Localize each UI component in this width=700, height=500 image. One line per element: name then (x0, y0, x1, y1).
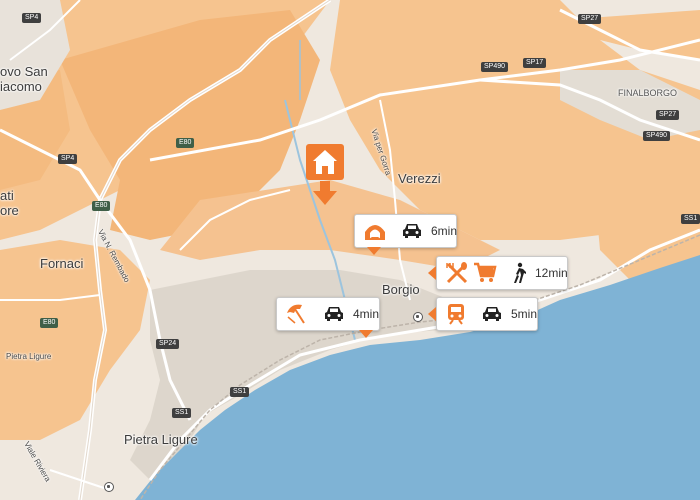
card-pointer (359, 330, 373, 338)
train-station-marker[interactable] (413, 312, 423, 322)
road-shield-e80: E80 (92, 201, 111, 211)
poi-card-beach[interactable]: 4min (276, 297, 380, 331)
place-label-pietra-ligure: Pietra Ligure (124, 432, 198, 447)
travel-time: 5min (511, 307, 538, 321)
poi-card-train[interactable]: 5min (436, 297, 538, 331)
place-label-borgio: Borgio (382, 282, 420, 297)
restaurant-icon (445, 261, 469, 285)
shopping-cart-icon (473, 261, 497, 285)
place-label-pietra-ligure-small: Pietra Ligure (6, 352, 52, 361)
road-shield-sp490: SP490 (643, 131, 671, 141)
place-label-fornaci: Fornaci (40, 256, 84, 271)
road-shield-e80: E80 (40, 318, 59, 328)
road-shield-ss1: SS1 (230, 387, 250, 397)
road-shield-sp4: SP4 (22, 13, 42, 23)
road-shield-sp4: SP4 (58, 154, 78, 164)
car-icon (401, 219, 423, 243)
road-shield-sp17: SP17 (523, 58, 547, 68)
travel-time: 12min (535, 266, 568, 280)
tunnel-cave-icon (363, 219, 387, 243)
home-marker[interactable] (305, 143, 345, 207)
car-icon (323, 302, 345, 326)
place-label-finalborgo: FINALBORGO (618, 88, 678, 98)
train-station-marker[interactable] (104, 482, 114, 492)
road-shield-sp24: SP24 (156, 339, 180, 349)
road-shield-e80: E80 (176, 138, 195, 148)
place-label-verezzi: Verezzi (398, 171, 441, 186)
road-shield-sp490: SP490 (481, 62, 509, 72)
poi-card-food-shopping[interactable]: 12min (436, 256, 568, 290)
poi-card-tunnel[interactable]: 6min (354, 214, 457, 248)
place-label-ovo-san: ovo San (0, 64, 48, 79)
home-icon (306, 144, 344, 205)
car-icon (481, 302, 503, 326)
road-shield-sp27: SP27 (578, 14, 602, 24)
road-shield-sp27: SP27 (656, 110, 680, 120)
place-label-giacomo: iacomo (0, 79, 42, 94)
road-shield-ss1: SS1 (681, 214, 700, 224)
place-label-ore: ore (0, 203, 19, 218)
card-pointer (367, 247, 381, 255)
map-view[interactable]: Borgio Verezzi Fornaci Pietra Ligure Pie… (0, 0, 700, 500)
travel-time: 4min (353, 307, 380, 321)
card-pointer (428, 307, 436, 321)
beach-umbrella-icon (285, 302, 309, 326)
place-label-ati: ati (0, 188, 14, 203)
card-pointer (428, 266, 436, 280)
train-icon (445, 302, 467, 326)
walking-person-icon (511, 261, 527, 285)
road-shield-ss1: SS1 (172, 408, 192, 418)
travel-time: 6min (431, 224, 458, 238)
